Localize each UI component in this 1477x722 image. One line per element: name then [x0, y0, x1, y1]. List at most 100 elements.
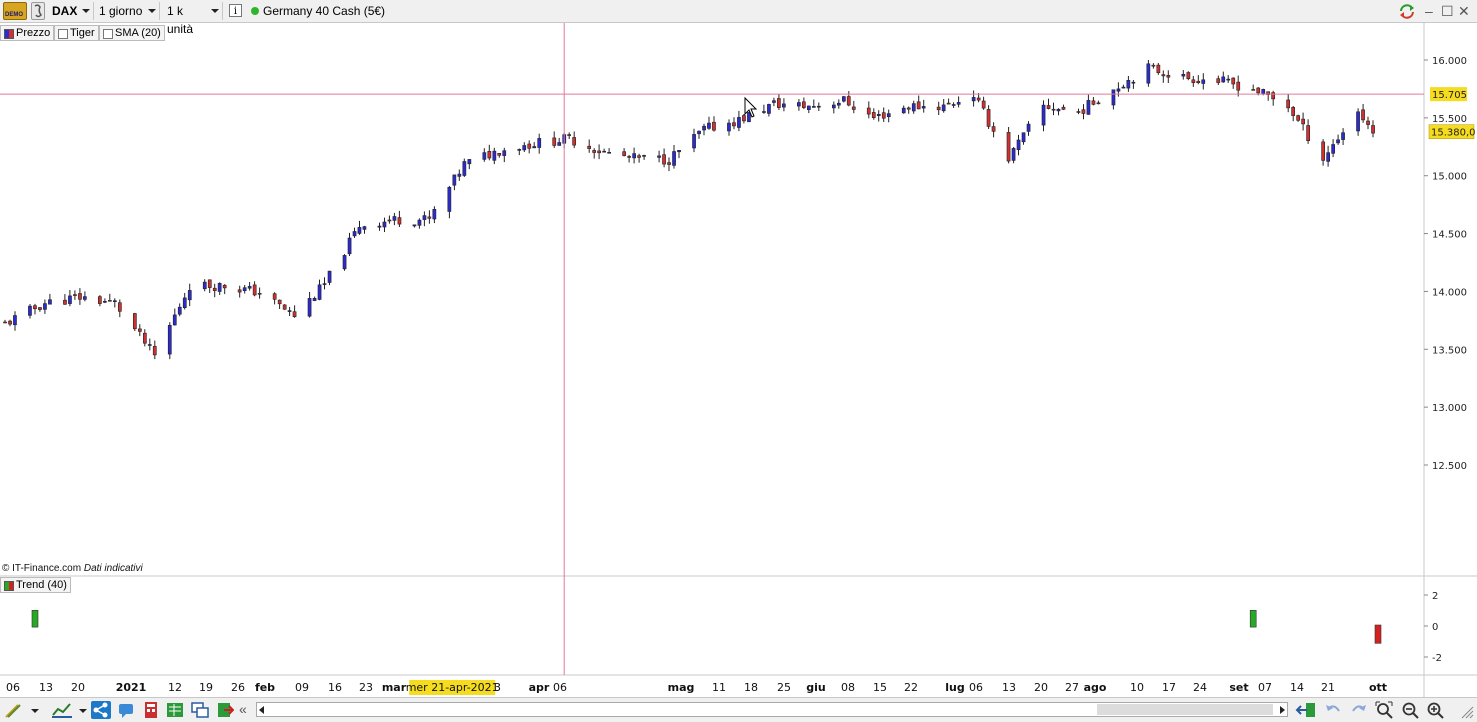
time-axis-day-label: 22 [904, 681, 918, 694]
timeframe-label: 1 giorno [99, 4, 143, 18]
candle-down [1366, 120, 1370, 125]
minimize-icon[interactable]: – [1425, 3, 1433, 19]
candle-up [522, 145, 527, 151]
candle-up [941, 104, 946, 112]
time-axis-day-label: 13 [39, 681, 53, 694]
candle-up [1026, 123, 1031, 132]
candle-up [167, 324, 172, 355]
candle-up [1126, 79, 1131, 89]
price-axis: 16.000 15.500 15.000 14.500 14.000 13.500 13.0… [1424, 56, 1467, 472]
time-axis-day-label: 27 [1065, 681, 1079, 694]
time-axis: 0613202021121926feb091623mar091623apr06m… [6, 681, 1387, 694]
candle-up [1331, 144, 1335, 154]
zoom-out-icon[interactable] [1401, 701, 1419, 719]
zoom-in-icon[interactable] [1426, 701, 1444, 719]
info-button[interactable]: i [229, 4, 242, 17]
instrument-name: Germany 40 Cash (5€) [263, 4, 386, 18]
candle-up [816, 105, 821, 108]
candle-up [457, 173, 462, 177]
candle-down [1006, 132, 1011, 162]
rewind-icon[interactable]: « [239, 701, 251, 719]
candle-down [387, 219, 392, 222]
candle-down [1166, 74, 1171, 78]
scroll-right-icon[interactable] [1280, 706, 1285, 714]
drawing-tools-icon[interactable] [4, 701, 22, 719]
chevron-down-icon[interactable] [30, 701, 40, 719]
candle-down [222, 284, 227, 289]
windows-icon[interactable] [191, 701, 209, 719]
candle-up [68, 295, 72, 304]
indicator-axis: 2 0 -2 [1424, 591, 1442, 664]
candle-down [1091, 100, 1096, 105]
horizontal-scrollbar[interactable] [256, 702, 1288, 717]
price-tick-label: 15.000 [1432, 172, 1467, 183]
chart-type-icon[interactable] [51, 701, 73, 719]
candle-down [637, 155, 641, 158]
info-icon: i [233, 6, 238, 17]
scroll-thumb[interactable] [1097, 704, 1273, 715]
candle-up [452, 174, 457, 186]
price-chart[interactable]: 16.000 15.500 15.000 14.500 14.000 13.500 13.0… [0, 23, 1477, 698]
candle-up [806, 105, 811, 111]
candle-up [172, 314, 177, 326]
candle-up [1086, 100, 1091, 115]
candle-down [1371, 125, 1375, 134]
timeframe-dropdown[interactable]: 1 giorno [95, 2, 160, 20]
candle-up [1131, 81, 1136, 84]
candle-up [482, 152, 487, 160]
undo-icon[interactable] [1324, 701, 1342, 719]
chevron-down-icon [148, 9, 156, 13]
candle-down [936, 106, 941, 111]
candle-up [971, 97, 976, 102]
candle-up [382, 221, 387, 228]
calculator-icon[interactable] [142, 701, 160, 719]
cursor-arrow-icon [744, 96, 758, 118]
candle-up [377, 225, 382, 228]
candle-up [352, 231, 357, 237]
scroll-left-icon[interactable] [259, 706, 264, 714]
demo-badge-icon[interactable]: DEMO [3, 2, 27, 20]
candle-down [1216, 78, 1221, 83]
comment-icon[interactable] [117, 701, 135, 719]
candle-down [63, 299, 67, 305]
candle-up [1146, 63, 1151, 84]
candle-down [8, 320, 12, 325]
redo-icon[interactable] [1350, 701, 1368, 719]
candle-up [1221, 76, 1226, 83]
candle-down [1236, 81, 1241, 91]
resize-grip-icon[interactable] [1456, 701, 1474, 719]
maximize-icon[interactable]: ☐ [1441, 3, 1454, 20]
candle-down [527, 143, 532, 149]
candle-down [1081, 109, 1086, 114]
zoom-fit-icon[interactable] [1375, 701, 1393, 719]
share-icon[interactable] [91, 701, 111, 719]
screener-icon[interactable] [166, 701, 184, 719]
time-axis-day-label: 08 [841, 681, 855, 694]
symbol-dropdown[interactable]: DAX [48, 2, 94, 20]
units-dropdown[interactable]: 1 k unità [163, 2, 223, 36]
candle-up [901, 107, 906, 114]
candle-down [427, 216, 432, 219]
chevron-down-icon[interactable] [78, 701, 88, 719]
candle-up [307, 298, 312, 317]
candle-up [412, 224, 417, 227]
time-axis-month-label: set [1229, 681, 1248, 694]
candle-up [202, 281, 207, 290]
close-icon[interactable]: ✕ [1458, 3, 1470, 20]
price-tick-label: 12.500 [1432, 461, 1467, 472]
time-axis-day-label: 16 [328, 681, 342, 694]
refresh-icon[interactable] [1398, 3, 1416, 19]
candle-down [916, 101, 921, 110]
time-axis-day-label: 09 [295, 681, 309, 694]
candle-up [447, 187, 452, 212]
candle-up [1116, 88, 1121, 92]
candle-up [182, 297, 187, 308]
candle-down [871, 112, 876, 119]
source-label: © IT-Finance.com [2, 563, 82, 574]
export-icon[interactable] [216, 701, 235, 719]
candle-down [1256, 87, 1261, 94]
instrument-search-icon[interactable] [31, 2, 45, 20]
candle-up [1341, 132, 1345, 140]
scroll-to-end-icon[interactable] [1295, 701, 1317, 719]
demo-badge-label: DEMO [5, 12, 23, 18]
